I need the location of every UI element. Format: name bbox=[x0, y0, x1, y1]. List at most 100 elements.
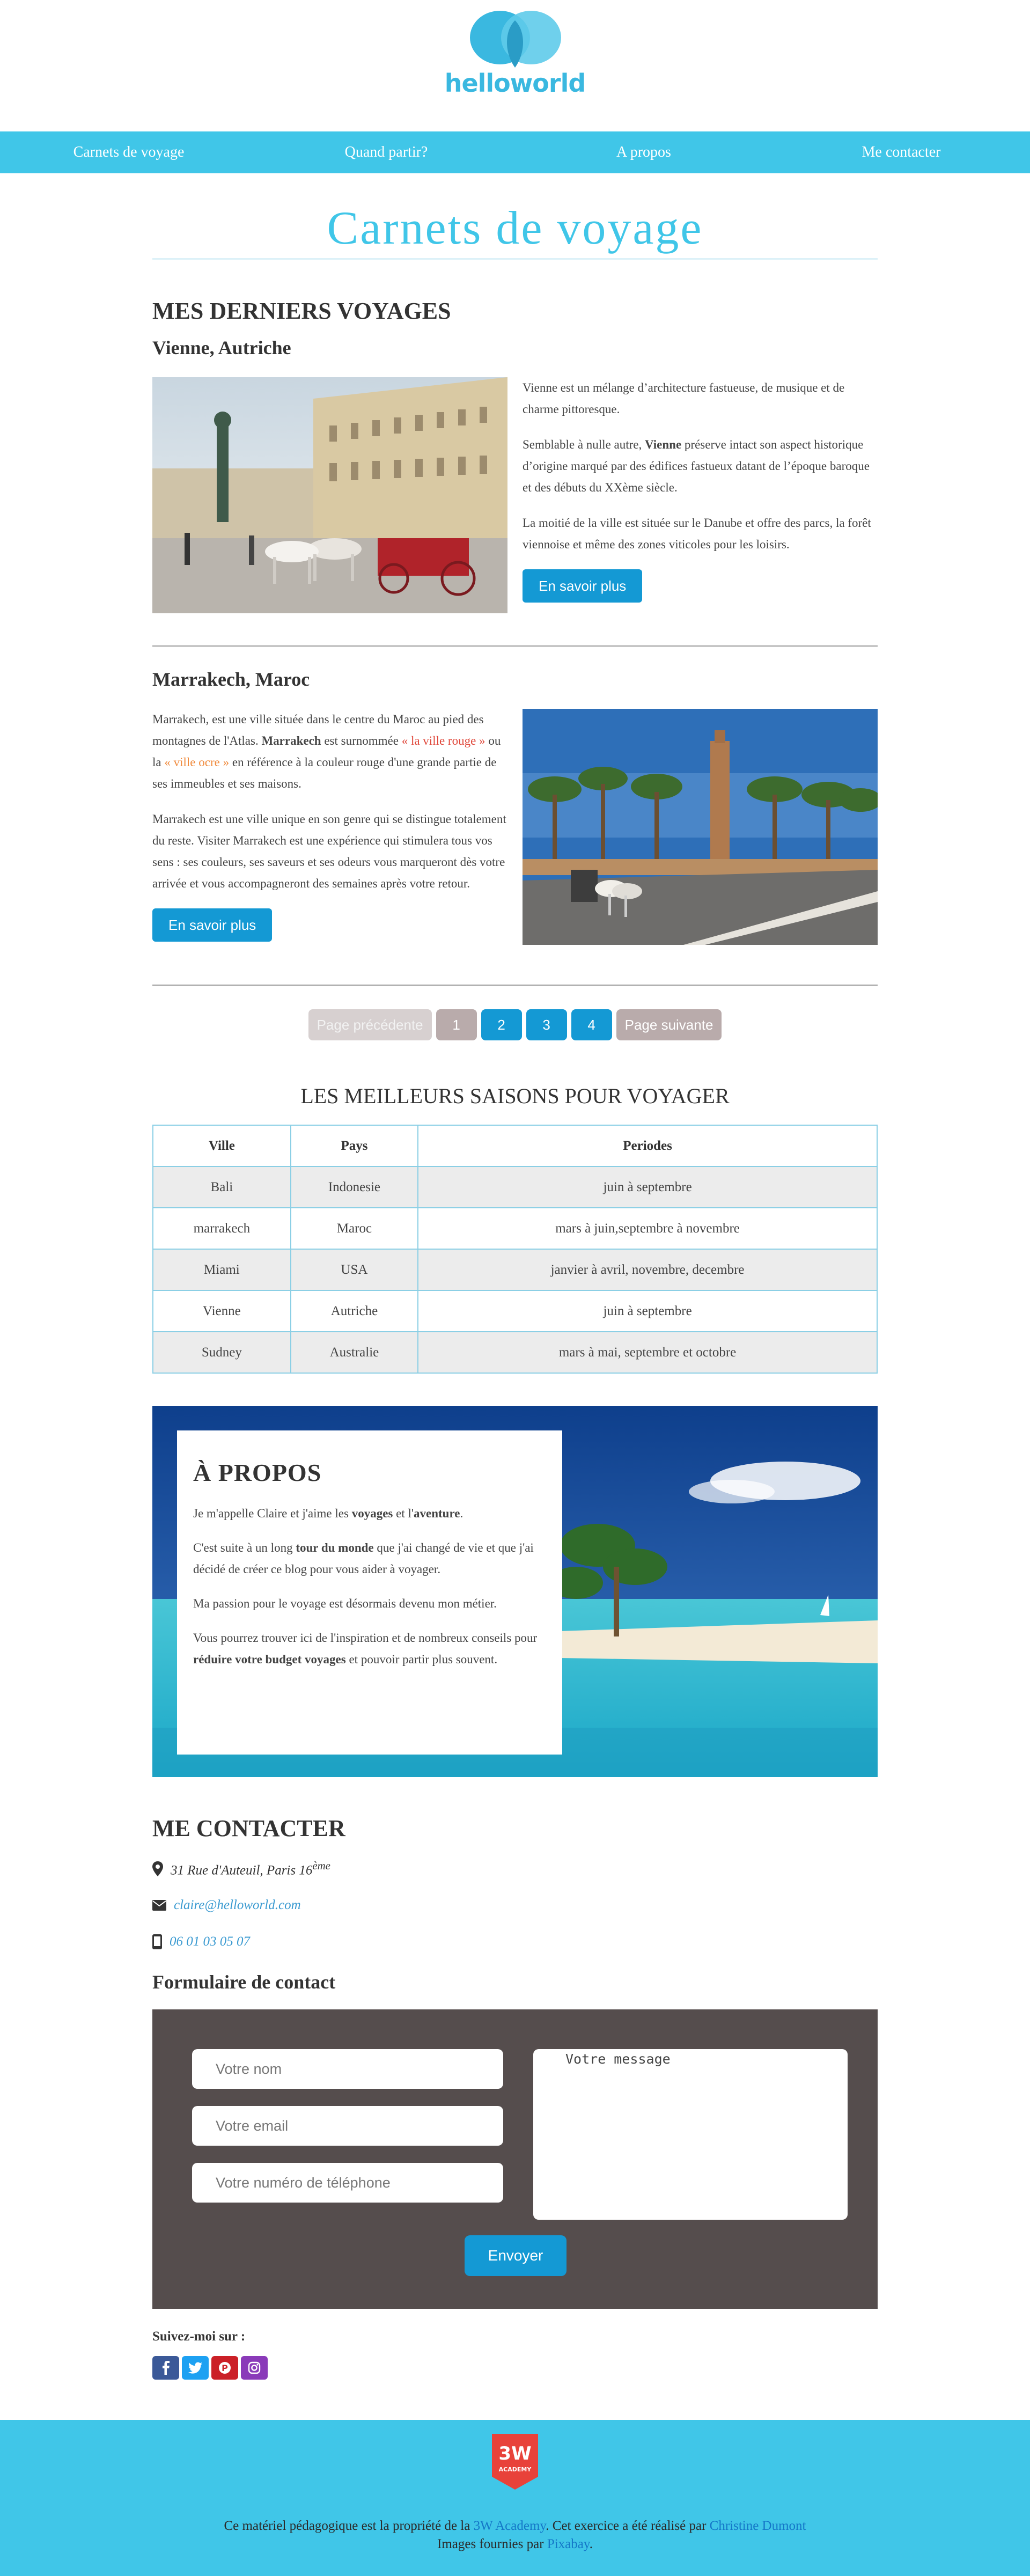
table-header-row: Ville Pays Periodes bbox=[152, 1125, 878, 1167]
pagination: Page précédente 1 2 3 4 Page suivante bbox=[152, 1009, 878, 1040]
mobile-phone-icon bbox=[152, 1934, 162, 1949]
about-paragraph-3: Ma passion pour le voyage est désormais … bbox=[193, 1597, 497, 1610]
table-cell: mars à mai, septembre et octobre bbox=[417, 1331, 878, 1374]
form-title: Formulaire de contact bbox=[152, 1971, 336, 1993]
nav-item-carnets[interactable]: Carnets de voyage bbox=[0, 131, 258, 173]
table-cell: Vienne bbox=[152, 1290, 291, 1332]
table-header-cell: Periodes bbox=[417, 1125, 878, 1167]
vienne-paragraph-1: Vienne est un mélange d’architecture fas… bbox=[523, 381, 845, 416]
table-header-cell: Ville bbox=[152, 1125, 291, 1167]
footer-credit-line-2: Images fournies par Pixabay. bbox=[437, 2537, 593, 2551]
footer-link-pixabay[interactable]: Pixabay bbox=[547, 2537, 590, 2551]
vienne-paragraph-2: Semblable à nulle autre, Vienne préserve… bbox=[523, 438, 870, 494]
pagination-next-button[interactable]: Page suivante bbox=[616, 1009, 722, 1040]
table-cell: marrakech bbox=[152, 1207, 291, 1250]
table-row: Miami USA janvier à avril, novembre, dec… bbox=[152, 1249, 878, 1291]
pagination-page-1[interactable]: 1 bbox=[436, 1009, 477, 1040]
table-cell: Indonesie bbox=[290, 1166, 419, 1208]
vienne-photo bbox=[152, 377, 507, 613]
vienne-description: Vienne est un mélange d’architecture fas… bbox=[523, 377, 878, 613]
vienne-paragraph-3: La moitié de la ville est située sur le … bbox=[523, 516, 871, 551]
instagram-icon[interactable] bbox=[241, 2356, 268, 2380]
marrakech-learn-more-button[interactable]: En savoir plus bbox=[152, 908, 273, 942]
3w-academy-logo[interactable]: 3W ACADEMY bbox=[492, 2434, 538, 2490]
email-link[interactable]: claire@helloworld.com bbox=[174, 1898, 301, 1913]
table-cell: Bali bbox=[152, 1166, 291, 1208]
vienne-learn-more-button[interactable]: En savoir plus bbox=[523, 569, 643, 603]
about-card: À PROPOS Je m'appelle Claire et j'aime l… bbox=[177, 1430, 562, 1755]
contact-email: claire@helloworld.com bbox=[152, 1895, 878, 1916]
nav-item-quand-partir[interactable]: Quand partir? bbox=[258, 131, 515, 173]
table-cell: juin à septembre bbox=[417, 1166, 878, 1208]
trip-city-marrakech: Marrakech, Maroc bbox=[152, 669, 310, 690]
twitter-icon[interactable] bbox=[182, 2356, 209, 2380]
site-header: helloworld bbox=[0, 0, 1030, 131]
map-marker-icon bbox=[152, 1861, 163, 1876]
contact-heading: ME CONTACTER bbox=[152, 1815, 345, 1841]
address-suffix: ème bbox=[312, 1859, 330, 1873]
phone-link[interactable]: 06 01 03 05 07 bbox=[170, 1934, 250, 1949]
main-nav: Carnets de voyage Quand partir? A propos… bbox=[0, 131, 1030, 173]
table-cell: USA bbox=[290, 1249, 419, 1291]
pagination-page-3[interactable]: 3 bbox=[526, 1009, 567, 1040]
brand-logo-text[interactable]: helloworld bbox=[0, 69, 1030, 98]
table-row: Sudney Australie mars à mai, septembre e… bbox=[152, 1331, 878, 1374]
about-heading: À PROPOS bbox=[193, 1459, 322, 1486]
table-cell: Australie bbox=[290, 1331, 419, 1374]
about-section: À PROPOS Je m'appelle Claire et j'aime l… bbox=[152, 1406, 878, 1777]
marrakech-photo bbox=[523, 709, 878, 945]
message-textarea[interactable]: Votre message bbox=[533, 2049, 848, 2220]
table-row: Bali Indonesie juin à septembre bbox=[152, 1166, 878, 1208]
marrakech-paragraph-2: Marrakech est une ville unique en son ge… bbox=[152, 812, 506, 890]
marrakech-description: Marrakech, est une ville située dans le … bbox=[152, 709, 507, 945]
pinterest-icon[interactable]: P bbox=[211, 2356, 238, 2380]
seasons-table: Ville Pays Periodes Bali Indonesie juin … bbox=[152, 1125, 878, 1374]
trips-heading: MES DERNIERS VOYAGES bbox=[152, 298, 451, 324]
table-row: Vienne Autriche juin à septembre bbox=[152, 1290, 878, 1332]
svg-text:ACADEMY: ACADEMY bbox=[499, 2466, 532, 2473]
table-cell: Autriche bbox=[290, 1290, 419, 1332]
pagination-prev-button[interactable]: Page précédente bbox=[308, 1009, 432, 1040]
marrakech-paragraph-1: Marrakech, est une ville située dans le … bbox=[152, 713, 501, 790]
pagination-page-2[interactable]: 2 bbox=[481, 1009, 522, 1040]
pagination-page-4[interactable]: 4 bbox=[571, 1009, 612, 1040]
table-cell: janvier à avril, novembre, decembre bbox=[417, 1249, 878, 1291]
main-content: MES DERNIERS VOYAGES Vienne, Autriche Vi… bbox=[152, 260, 878, 2380]
seasons-title: LES MEILLEURS SAISONS POUR VOYAGER bbox=[300, 1084, 730, 1108]
nav-item-a-propos[interactable]: A propos bbox=[515, 131, 772, 173]
contact-form: Votre nom Votre email Votre numéro de té… bbox=[152, 2009, 878, 2309]
table-cell: mars à juin,septembre à novembre bbox=[417, 1207, 878, 1250]
envelope-icon bbox=[152, 1900, 166, 1911]
about-paragraph-4: Vous pourrez trouver ici de l'inspiratio… bbox=[193, 1631, 538, 1666]
page-title: Carnets de voyage bbox=[327, 202, 703, 254]
nav-item-contact[interactable]: Me contacter bbox=[772, 131, 1030, 173]
svg-text:3W: 3W bbox=[498, 2443, 531, 2464]
site-footer: 3W ACADEMY Ce matériel pédagogique est l… bbox=[0, 2420, 1030, 2576]
svg-text:P: P bbox=[222, 2363, 228, 2373]
trip-vienne: Vienne est un mélange d’architecture fas… bbox=[152, 377, 878, 613]
footer-link-author[interactable]: Christine Dumont bbox=[710, 2519, 806, 2533]
social-links: P bbox=[152, 2356, 878, 2380]
contact-phone: 06 01 03 05 07 bbox=[152, 1931, 878, 1953]
facebook-icon[interactable] bbox=[152, 2356, 179, 2380]
follow-label: Suivez-moi sur : bbox=[152, 2329, 246, 2344]
heart-logo-icon[interactable] bbox=[467, 10, 563, 69]
address-text: 31 Rue d'Auteuil, Paris 16 bbox=[171, 1863, 313, 1878]
trip-marrakech: Marrakech, est une ville située dans le … bbox=[152, 709, 878, 945]
table-cell: Maroc bbox=[290, 1207, 419, 1250]
footer-link-3w[interactable]: 3W Academy bbox=[474, 2519, 546, 2533]
table-cell: juin à septembre bbox=[417, 1290, 878, 1332]
email-input[interactable]: Votre email bbox=[192, 2106, 503, 2146]
footer-credit-line-1: Ce matériel pédagogique est la propriété… bbox=[224, 2519, 806, 2533]
table-cell: Miami bbox=[152, 1249, 291, 1291]
name-input[interactable]: Votre nom bbox=[192, 2049, 503, 2089]
table-header-cell: Pays bbox=[290, 1125, 419, 1167]
table-cell: Sudney bbox=[152, 1331, 291, 1374]
about-paragraph-1: Je m'appelle Claire et j'aime les voyage… bbox=[193, 1507, 464, 1520]
phone-input[interactable]: Votre numéro de téléphone bbox=[192, 2163, 503, 2203]
send-button[interactable]: Envoyer bbox=[465, 2235, 566, 2276]
table-row: marrakech Maroc mars à juin,septembre à … bbox=[152, 1207, 878, 1250]
trip-city-vienne: Vienne, Autriche bbox=[152, 337, 291, 358]
contact-address: 31 Rue d'Auteuil, Paris 16ème bbox=[152, 1858, 878, 1880]
about-paragraph-2: C'est suite à un long tour du monde que … bbox=[193, 1541, 534, 1576]
